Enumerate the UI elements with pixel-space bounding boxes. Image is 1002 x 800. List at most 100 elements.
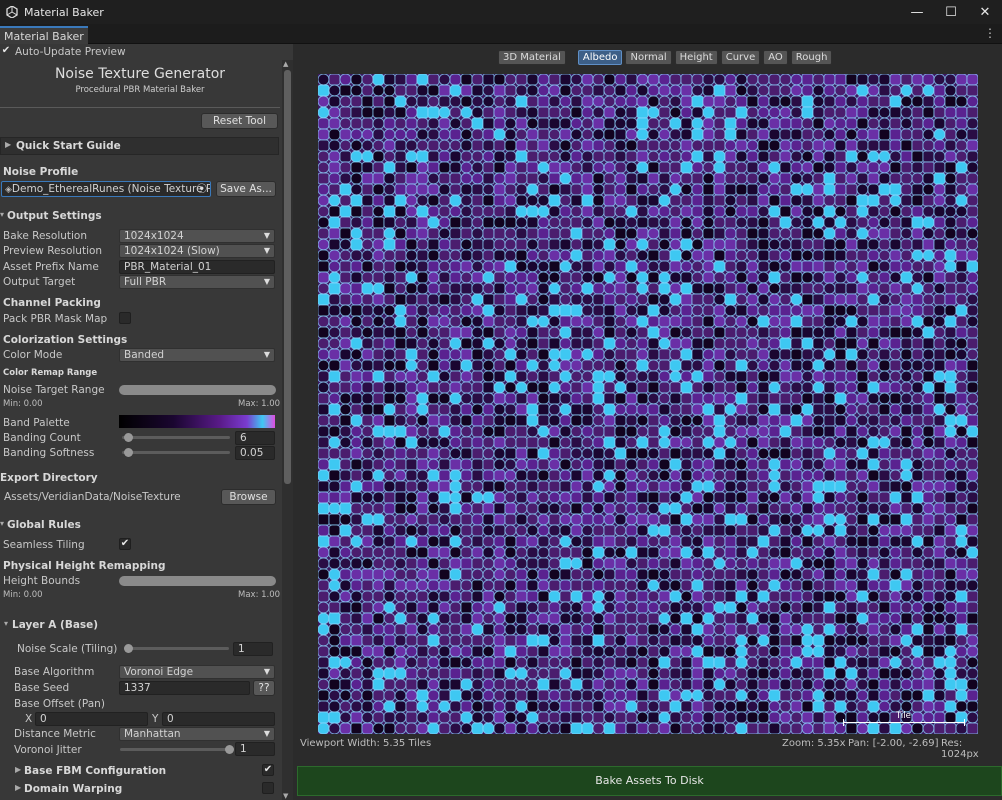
- noise-scale-track[interactable]: [124, 647, 229, 650]
- pack-mask-label: Pack PBR Mask Map: [3, 313, 108, 325]
- chevron-down-icon: ▼: [263, 667, 270, 676]
- chevron-down-icon: ▼: [263, 246, 270, 255]
- noise-profile-heading: Noise Profile: [3, 166, 79, 178]
- domain-warping-foldout[interactable]: Domain Warping: [24, 783, 122, 795]
- band-palette-label: Band Palette: [3, 417, 70, 429]
- range-min-label: Min: 0.00: [3, 399, 43, 409]
- maximize-button[interactable]: ☐: [934, 0, 968, 24]
- browse-button[interactable]: Browse: [221, 489, 276, 505]
- channel-packing-heading: Channel Packing: [3, 297, 101, 309]
- triangle-right-icon: ▶: [15, 765, 22, 774]
- offset-x-input[interactable]: 0: [35, 712, 148, 726]
- bake-resolution-label: Bake Resolution: [3, 230, 88, 242]
- viewport-status-bar: Viewport Width: 5.35 Tiles Zoom: 5.35x P…: [300, 738, 1000, 760]
- reset-tool-button[interactable]: Reset Tool: [201, 113, 278, 129]
- view-normal-button[interactable]: Normal: [625, 50, 672, 65]
- view-curve-button[interactable]: Curve: [720, 50, 761, 65]
- tab-material-baker[interactable]: Material Baker: [0, 26, 88, 44]
- tab-bar: Material Baker ⋮: [0, 24, 1002, 44]
- fbm-checkbox[interactable]: ✔: [262, 764, 274, 776]
- target-icon[interactable]: ⦿: [197, 182, 208, 196]
- distance-metric-dropdown[interactable]: Manhattan ▼: [119, 727, 275, 741]
- triangle-right-icon: ▶: [15, 783, 22, 792]
- view-albedo-button[interactable]: Albedo: [577, 50, 623, 65]
- global-rules-heading[interactable]: Global Rules: [7, 519, 81, 531]
- bake-resolution-dropdown[interactable]: 1024x1024 ▼: [119, 229, 275, 243]
- layer-a-heading[interactable]: Layer A (Base): [12, 619, 98, 631]
- distance-metric-label: Distance Metric: [14, 728, 96, 740]
- seamless-tiling-label: Seamless Tiling: [3, 539, 85, 551]
- page-subtitle: Procedural PBR Material Baker: [75, 85, 205, 95]
- asset-prefix-label: Asset Prefix Name: [3, 261, 99, 273]
- quick-start-label: Quick Start Guide: [16, 140, 121, 152]
- view-3d-material-button[interactable]: 3D Material: [498, 50, 566, 65]
- banding-count-track[interactable]: [122, 436, 230, 439]
- viewport-width-text: Viewport Width: 5.35 Tiles: [300, 738, 432, 749]
- pack-mask-checkbox[interactable]: [119, 312, 131, 324]
- height-bounds-slider[interactable]: [119, 576, 276, 586]
- triangle-down-icon: ▾: [0, 210, 5, 219]
- tile-scale-bar: [843, 722, 965, 723]
- bake-assets-button[interactable]: Bake Assets To Disk: [297, 766, 1002, 796]
- preview-resolution-value: 1024x1024 (Slow): [124, 245, 220, 257]
- height-remap-heading: Physical Height Remapping: [3, 560, 166, 572]
- voronoi-jitter-track[interactable]: [120, 748, 232, 751]
- chevron-down-icon: ▼: [263, 350, 270, 359]
- minimize-button[interactable]: —: [900, 0, 934, 24]
- kebab-menu-icon[interactable]: ⋮: [984, 26, 996, 40]
- asset-prefix-input[interactable]: PBR_Material_01: [119, 260, 275, 274]
- banding-softness-input[interactable]: 0.05: [235, 446, 275, 460]
- asset-icon: ◈: [5, 185, 12, 195]
- noise-profile-field[interactable]: ◈Demo_EtherealRunes (Noise Texture Profi…: [1, 181, 211, 197]
- noise-target-range-slider[interactable]: [119, 385, 276, 395]
- band-palette-gradient[interactable]: [119, 415, 275, 428]
- voronoi-jitter-input[interactable]: 1: [235, 742, 275, 756]
- texture-preview-viewport[interactable]: Tile: [318, 74, 978, 734]
- scroll-down-icon[interactable]: ▼: [283, 792, 288, 800]
- color-remap-heading: Color Remap Range: [3, 368, 98, 378]
- view-rough-button[interactable]: Rough: [790, 50, 833, 65]
- window-titlebar: Material Baker — ☐ ✕: [0, 0, 1002, 24]
- base-seed-input[interactable]: 1337: [119, 681, 250, 695]
- voronoi-jitter-knob[interactable]: [225, 745, 234, 754]
- height-max-label: Max: 1.00: [238, 590, 281, 600]
- chevron-down-icon: ▼: [263, 277, 270, 286]
- banding-softness-track[interactable]: [122, 451, 230, 454]
- view-mode-toolbar: 3D Material Albedo Normal Height Curve A…: [498, 50, 833, 65]
- auto-update-checkbox[interactable]: ✔: [0, 46, 12, 58]
- view-ao-button[interactable]: AO: [763, 50, 788, 65]
- scroll-up-icon[interactable]: ▲: [283, 60, 288, 68]
- scrollbar-thumb[interactable]: [284, 70, 291, 484]
- preview-resolution-dropdown[interactable]: 1024x1024 (Slow) ▼: [119, 244, 275, 258]
- view-height-button[interactable]: Height: [674, 50, 718, 65]
- output-target-dropdown[interactable]: Full PBR ▼: [119, 275, 275, 289]
- randomize-seed-button[interactable]: ??: [253, 680, 275, 696]
- triangle-down-icon: ▾: [0, 519, 5, 528]
- noise-scale-knob[interactable]: [124, 644, 133, 653]
- base-algorithm-label: Base Algorithm: [14, 666, 95, 678]
- banding-count-input[interactable]: 6: [235, 431, 275, 445]
- banding-softness-knob[interactable]: [124, 448, 133, 457]
- quick-start-foldout[interactable]: ▶ Quick Start Guide: [0, 137, 279, 155]
- color-mode-dropdown[interactable]: Banded ▼: [119, 348, 275, 362]
- seamless-tiling-checkbox[interactable]: ✔: [119, 538, 131, 550]
- auto-update-row: ✔ Auto-Update Preview: [0, 46, 126, 59]
- close-button[interactable]: ✕: [968, 0, 1002, 24]
- colorization-heading: Colorization Settings: [3, 334, 128, 346]
- inspector-scrollbar[interactable]: ▲ ▼: [282, 60, 293, 800]
- pan-text: Pan: [-2.00, -2.69]: [848, 738, 939, 749]
- domain-warping-checkbox[interactable]: [262, 782, 274, 794]
- banding-count-knob[interactable]: [124, 433, 133, 442]
- preview-resolution-label: Preview Resolution: [3, 245, 103, 257]
- offset-x-label: X: [25, 713, 33, 725]
- offset-y-input[interactable]: 0: [162, 712, 275, 726]
- banding-softness-label: Banding Softness: [3, 447, 95, 459]
- height-min-label: Min: 0.00: [3, 590, 43, 600]
- height-bounds-label: Height Bounds: [3, 575, 81, 587]
- output-settings-heading[interactable]: Output Settings: [7, 210, 102, 222]
- base-algorithm-dropdown[interactable]: Voronoi Edge ▼: [119, 665, 275, 679]
- resolution-text: Res: 1024px: [941, 738, 979, 760]
- fbm-foldout[interactable]: Base FBM Configuration: [24, 765, 166, 777]
- save-as-button[interactable]: Save As...: [216, 181, 276, 197]
- noise-scale-input[interactable]: 1: [233, 642, 273, 656]
